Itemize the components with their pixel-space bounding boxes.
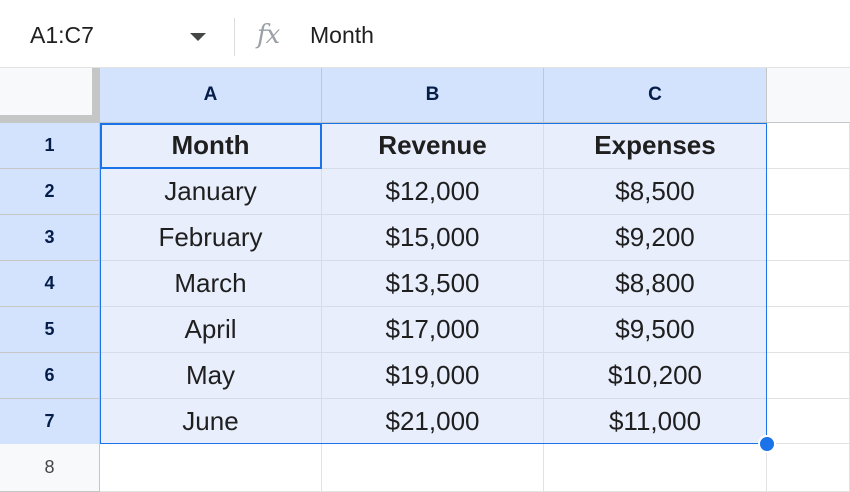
fx-icon: fx (257, 20, 280, 50)
cell-b1[interactable]: Revenue (322, 123, 544, 169)
cell-d6[interactable] (767, 353, 850, 399)
cell-b3[interactable]: $15,000 (322, 215, 544, 261)
column-header-b[interactable]: B (322, 68, 544, 123)
cell-d5[interactable] (767, 307, 850, 353)
corner-shadow (0, 115, 100, 123)
cell-c2[interactable]: $8,500 (544, 169, 767, 215)
column-header-a[interactable]: A (100, 68, 322, 123)
cell-c5[interactable]: $9,500 (544, 307, 767, 353)
cell-d2[interactable] (767, 169, 850, 215)
cell-a8[interactable] (100, 444, 322, 492)
cell-b7[interactable]: $21,000 (322, 399, 544, 444)
cell-a3[interactable]: February (100, 215, 322, 261)
cell-b6[interactable]: $19,000 (322, 353, 544, 399)
cell-c4[interactable]: $8,800 (544, 261, 767, 307)
cell-c3[interactable]: $9,200 (544, 215, 767, 261)
cell-b5[interactable]: $17,000 (322, 307, 544, 353)
row-header-8[interactable]: 8 (0, 444, 100, 492)
name-box[interactable]: A1:C7 (30, 22, 94, 49)
formula-bar-divider (234, 18, 235, 56)
row-header-5[interactable]: 5 (0, 307, 100, 353)
cell-b2[interactable]: $12,000 (322, 169, 544, 215)
cell-a5[interactable]: April (100, 307, 322, 353)
cell-c6[interactable]: $10,200 (544, 353, 767, 399)
row-header-1[interactable]: 1 (0, 123, 100, 169)
chevron-down-icon[interactable] (190, 33, 206, 41)
column-header-c[interactable]: C (544, 68, 767, 123)
formula-bar: A1:C7 fx Month (0, 0, 850, 68)
cell-a1[interactable]: Month (100, 123, 322, 169)
row-header-7[interactable]: 7 (0, 399, 100, 445)
cell-d8[interactable] (767, 444, 850, 492)
formula-input[interactable]: Month (310, 22, 374, 49)
cell-a4[interactable]: March (100, 261, 322, 307)
row-header-4[interactable]: 4 (0, 261, 100, 307)
row-header-6[interactable]: 6 (0, 353, 100, 399)
spreadsheet-grid: A B C 1 2 3 4 5 6 7 8 Month Revenue Expe… (0, 68, 850, 492)
cell-d7[interactable] (767, 399, 850, 444)
cell-a2[interactable]: January (100, 169, 322, 215)
cell-a7[interactable]: June (100, 399, 322, 444)
cell-c8[interactable] (544, 444, 767, 492)
cell-d3[interactable] (767, 215, 850, 261)
cell-d1[interactable] (767, 123, 850, 169)
cell-c1[interactable]: Expenses (544, 123, 767, 169)
row-header-2[interactable]: 2 (0, 169, 100, 215)
cell-b8[interactable] (322, 444, 544, 492)
cell-c7[interactable]: $11,000 (544, 399, 767, 444)
cell-d4[interactable] (767, 261, 850, 307)
cell-b4[interactable]: $13,500 (322, 261, 544, 307)
row-header-3[interactable]: 3 (0, 215, 100, 261)
column-header-d[interactable] (767, 68, 850, 123)
cell-a6[interactable]: May (100, 353, 322, 399)
fill-handle[interactable] (758, 435, 776, 453)
